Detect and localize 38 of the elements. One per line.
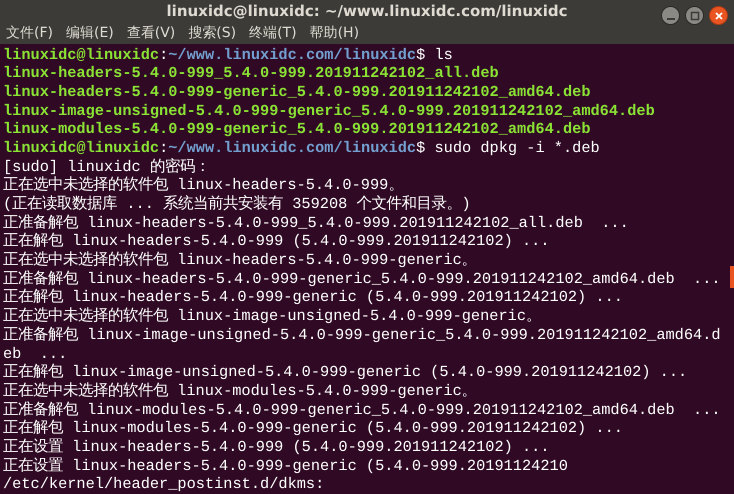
terminal-line: 正在设置 linux-headers-5.4.0-999-generic (5.4.0-999.20191124210 — [3, 456, 568, 476]
terminal-line: (正在读取数据库 ... 系统当前共安装有 359208 个文件和目录。) — [3, 195, 471, 214]
terminal-line: 正准备解包 linux-headers-5.4.0-999_5.4.0-999.201911242102_all.deb ... — [3, 214, 629, 232]
minimize-button[interactable] — [661, 6, 680, 25]
terminal-line: eb ... — [3, 344, 68, 364]
terminal-line: 正准备解包 linux-image-unsigned-5.4.0-999-generic_5.4.0-999.201911242102_amd64.d — [3, 326, 721, 344]
terminal-line: 正准备解包 linux-modules-5.4.0-999-generic_5.4.0-999.201911242102_amd64.deb ... — [3, 400, 721, 420]
terminal-line: linux-headers-5.4.0-999_5.4.0-999.201911242102_all.deb — [3, 64, 499, 83]
terminal-line: linuxidc@linuxidc:~/www.linuxidc.com/linuxidc$ sudo dpkg -i *.deb — [3, 138, 600, 158]
terminal-line: linuxidc@linuxidc:~/www.linuxidc.com/linuxidc$ ls — [3, 46, 453, 64]
menu-item[interactable]: 终端(T) — [249, 24, 297, 42]
terminal-line: /etc/kernel/header_postinst.d/dkms: — [3, 475, 324, 494]
menu-item[interactable]: 帮助(H) — [310, 24, 360, 42]
terminal-line: 正在设置 linux-headers-5.4.0-999 (5.4.0-999.201911242102) ... — [3, 438, 550, 457]
maximize-icon — [690, 10, 700, 20]
menu-item[interactable]: 编辑(E) — [66, 24, 114, 42]
terminal-line: 正在解包 linux-headers-5.4.0-999 (5.4.0-999.201911242102) ... — [3, 232, 550, 251]
terminal-line: 正在选中未选择的软件包 linux-headers-5.4.0-999。 — [3, 176, 404, 195]
terminal-line: linux-headers-5.4.0-999-generic_5.4.0-999.201911242102_amd64.deb — [3, 82, 590, 102]
window-title: linuxidc@linuxidc: ~/www.linuxidc.com/linuxidc — [166, 2, 568, 20]
minimize-icon — [666, 18, 674, 20]
maximize-button[interactable] — [685, 6, 704, 25]
close-button[interactable] — [709, 6, 728, 25]
terminal-line: 正在选中未选择的软件包 linux-headers-5.4.0-999-generic。 — [3, 251, 477, 270]
terminal-line: 正在解包 linux-modules-5.4.0-999-generic (5.4.0-999.201911242102) ... — [3, 419, 623, 438]
terminal-line: linux-image-unsigned-5.4.0-999-generic_5.4.0-999.201911242102_amd64.deb — [3, 102, 655, 120]
terminal-line: [sudo] linuxidc 的密码： — [3, 158, 210, 176]
terminal-line: 正在选中未选择的软件包 linux-image-unsigned-5.4.0-999-generic。 — [3, 307, 542, 326]
close-icon — [714, 10, 724, 20]
terminal-line: 正准备解包 linux-headers-5.4.0-999-generic_5.4.0-999.201911242102_amd64.deb ... — [3, 270, 721, 288]
terminal-line: 正在解包 linux-headers-5.4.0-999-generic (5.4.0-999.201911242102) ... — [3, 288, 623, 307]
menu-item[interactable]: 搜索(S) — [188, 24, 236, 42]
scrollbar-thumb[interactable] — [730, 266, 734, 288]
menu-item[interactable]: 文件(F) — [6, 24, 53, 42]
menu-item[interactable]: 查看(V) — [126, 24, 176, 42]
terminal-line: 正在解包 linux-image-unsigned-5.4.0-999-generic (5.4.0-999.201911242102) ... — [3, 363, 688, 382]
terminal-line: 正在选中未选择的软件包 linux-modules-5.4.0-999-generic。 — [3, 382, 477, 401]
terminal-line: linux-modules-5.4.0-999-generic_5.4.0-999.201911242102_amd64.deb — [3, 120, 590, 139]
